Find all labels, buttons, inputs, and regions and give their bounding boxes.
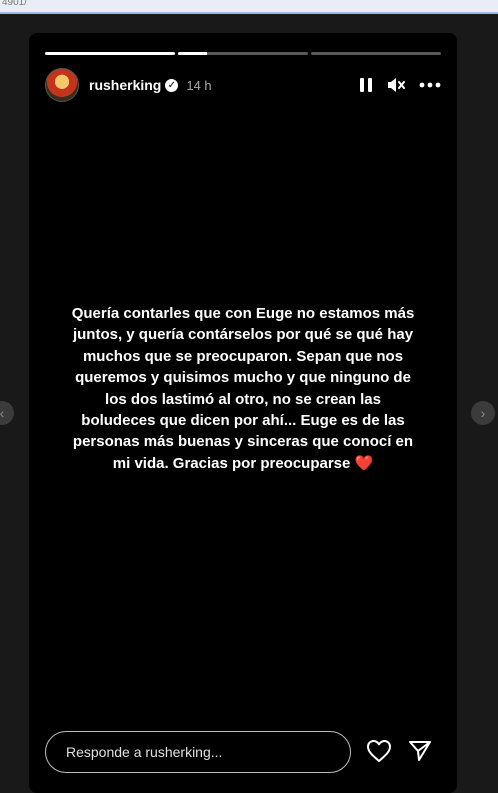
send-icon[interactable] bbox=[406, 737, 434, 765]
progress-fill bbox=[178, 52, 207, 55]
url-fragment: 4901/ bbox=[2, 0, 28, 8]
progress-segment bbox=[45, 52, 175, 55]
avatar[interactable] bbox=[45, 68, 79, 102]
reply-placeholder: Responde a rusherking... bbox=[66, 744, 223, 760]
story-message: Quería contarles que con Euge no estamos… bbox=[69, 303, 417, 474]
mute-icon[interactable] bbox=[387, 77, 405, 93]
browser-address-strip: 4901/ bbox=[0, 0, 498, 14]
progress-fill bbox=[45, 52, 175, 55]
reply-input[interactable]: Responde a rusherking... bbox=[45, 731, 351, 773]
story-message-text: Quería contarles que con Euge no estamos… bbox=[71, 305, 415, 472]
more-icon[interactable] bbox=[419, 82, 441, 88]
story-header: rusherking ✓ 14 h bbox=[45, 68, 441, 102]
story-frame[interactable]: rusherking ✓ 14 h Quería contarles que c… bbox=[29, 33, 457, 793]
story-controls bbox=[359, 77, 441, 93]
verified-badge-icon: ✓ bbox=[165, 78, 179, 92]
heart-emoji: ❤️ bbox=[354, 454, 374, 472]
pause-icon[interactable] bbox=[359, 77, 373, 93]
chevron-right-icon[interactable]: › bbox=[471, 401, 495, 425]
progress-segment bbox=[311, 52, 441, 55]
post-time: 14 h bbox=[186, 77, 212, 93]
story-progress-bar bbox=[45, 52, 441, 55]
progress-segment bbox=[178, 52, 308, 55]
username[interactable]: rusherking bbox=[89, 77, 161, 93]
heart-icon[interactable] bbox=[365, 737, 393, 765]
